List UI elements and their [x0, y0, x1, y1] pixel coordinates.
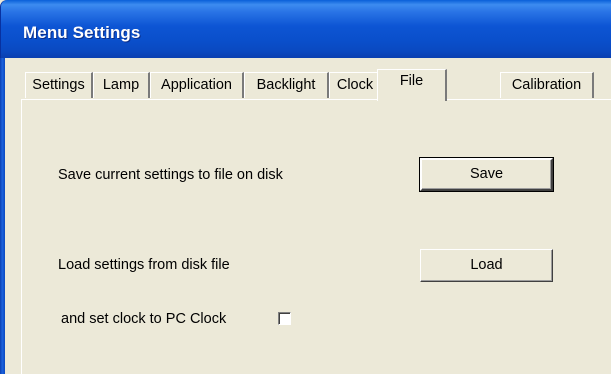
tab-application[interactable]: Application	[150, 72, 244, 98]
title-bar[interactable]: Menu Settings	[0, 0, 611, 58]
load-settings-label: Load settings from disk file	[58, 257, 230, 273]
window-title: Menu Settings	[23, 23, 141, 42]
tab-file[interactable]: File	[377, 69, 447, 101]
tab-strip: Settings Lamp Application Backlight Cloc…	[25, 69, 611, 101]
tab-lamp-label: Lamp	[102, 77, 140, 93]
set-clock-checkbox[interactable]	[278, 312, 291, 325]
client-area: Settings Lamp Application Backlight Cloc…	[5, 58, 611, 374]
tab-lamp[interactable]: Lamp	[93, 72, 150, 98]
tab-calibration-label: Calibration	[511, 77, 582, 93]
tab-clock[interactable]: Clock	[329, 72, 382, 98]
file-tab-panel: Save current settings to file on disk Sa…	[21, 99, 611, 374]
load-button[interactable]: Load	[420, 249, 553, 282]
tab-settings-label: Settings	[32, 77, 85, 93]
tab-application-label: Application	[161, 77, 232, 93]
tab-backlight-label: Backlight	[256, 77, 316, 93]
tab-clock-label: Clock	[336, 77, 374, 93]
save-button[interactable]: Save	[419, 157, 554, 192]
tab-backlight[interactable]: Backlight	[244, 72, 329, 98]
save-settings-label: Save current settings to file on disk	[58, 167, 283, 183]
tab-file-label: File	[399, 73, 424, 89]
set-clock-label: and set clock to PC Clock	[61, 311, 227, 327]
menu-settings-window: Menu Settings Settings Lamp Application …	[0, 0, 611, 374]
tab-calibration[interactable]: Calibration	[500, 72, 594, 98]
tab-settings[interactable]: Settings	[25, 72, 93, 98]
